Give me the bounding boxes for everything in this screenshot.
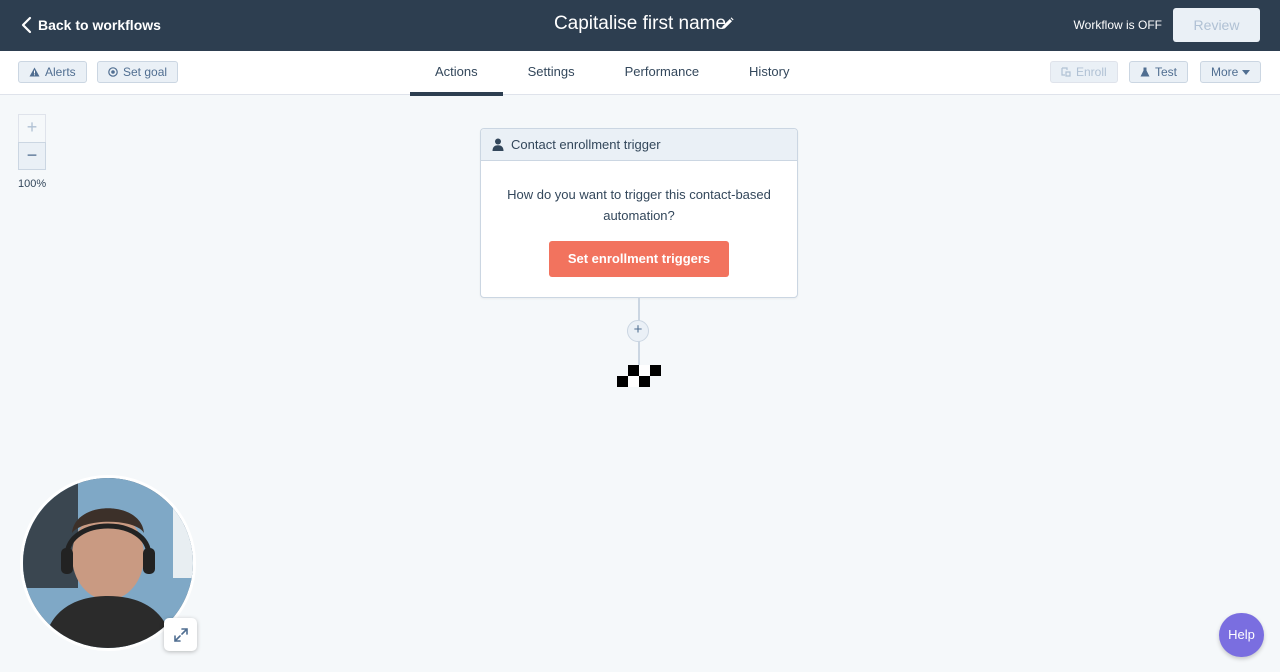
card-header: Contact enrollment trigger	[481, 129, 797, 161]
person-icon	[492, 138, 504, 151]
set-enrollment-triggers-button[interactable]: Set enrollment triggers	[549, 241, 729, 277]
chevron-left-icon	[21, 16, 32, 34]
set-goal-label: Set goal	[123, 65, 168, 79]
tab-bar: Actions Settings Performance History	[410, 51, 815, 96]
set-goal-button[interactable]: Set goal	[97, 61, 179, 83]
zoom-out-button[interactable]: −	[18, 142, 46, 170]
card-title: Contact enrollment trigger	[511, 137, 661, 152]
tab-actions[interactable]: Actions	[410, 51, 503, 96]
test-button[interactable]: Test	[1129, 61, 1189, 83]
caret-down-icon	[1242, 69, 1251, 75]
alerts-button[interactable]: Alerts	[18, 61, 87, 83]
pencil-icon[interactable]	[720, 17, 734, 31]
warning-icon	[29, 67, 40, 77]
top-bar: Back to workflows Capitalise first name …	[0, 0, 1280, 51]
card-body: How do you want to trigger this contact-…	[481, 161, 797, 277]
tab-settings[interactable]: Settings	[503, 51, 600, 94]
expand-video-button[interactable]	[164, 618, 197, 651]
more-dropdown[interactable]: More	[1200, 61, 1262, 83]
test-label: Test	[1155, 65, 1178, 79]
target-icon	[108, 67, 118, 77]
back-label: Back to workflows	[38, 17, 161, 33]
enroll-icon	[1061, 67, 1071, 77]
enrollment-trigger-card[interactable]: Contact enrollment trigger How do you wa…	[480, 128, 798, 298]
tab-performance[interactable]: Performance	[600, 51, 724, 94]
back-to-workflows-link[interactable]: Back to workflows	[20, 15, 161, 35]
alerts-label: Alerts	[45, 65, 76, 79]
trigger-question: How do you want to trigger this contact-…	[507, 187, 771, 223]
review-button[interactable]: Review	[1173, 8, 1260, 42]
enroll-button[interactable]: Enroll	[1050, 61, 1118, 83]
flask-icon	[1140, 67, 1150, 77]
workflow-status: Workflow is OFF	[1073, 18, 1162, 32]
zoom-level: 100%	[18, 178, 47, 190]
add-action-button[interactable]: +	[627, 320, 649, 342]
enroll-label: Enroll	[1076, 65, 1107, 79]
expand-icon	[173, 627, 188, 642]
secondary-toolbar: Alerts Set goal Actions Settings Perform…	[0, 51, 1280, 96]
workflow-title[interactable]: Capitalise first name	[554, 13, 726, 34]
help-button[interactable]: Help	[1219, 613, 1264, 657]
tab-history[interactable]: History	[724, 51, 814, 94]
zoom-controls: + −	[18, 114, 47, 173]
zoom-in-button[interactable]: +	[18, 114, 46, 142]
finish-flag-icon	[617, 365, 661, 387]
more-label: More	[1211, 65, 1239, 79]
